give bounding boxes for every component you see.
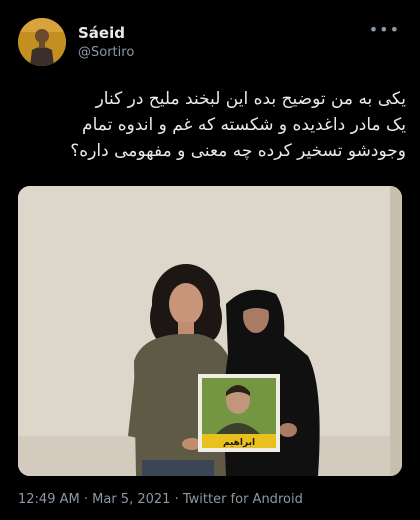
separator-dot: · [174, 492, 179, 507]
tweet-text: یکی به من توضیح بده این لبخند ملیح در کن… [70, 89, 406, 161]
tweet-time[interactable]: 12:49 AM [18, 492, 80, 507]
photo-illustration: ابراهیم [18, 186, 402, 476]
tweet-photo[interactable]: ابراهیم [18, 186, 402, 476]
placard-caption: ابراهیم [223, 438, 255, 448]
placard: ابراهیم [198, 374, 280, 452]
avatar[interactable] [18, 18, 66, 66]
author-handle[interactable]: @Sortiro [78, 45, 134, 60]
separator-dot: · [83, 492, 88, 507]
avatar-image [18, 18, 66, 66]
tweet-metadata: 12:49 AM · Mar 5, 2021 · Twitter for And… [18, 492, 303, 507]
tweet: Sáeid @Sortiro ••• یکی به من توضیح بده ا… [0, 0, 420, 520]
tweet-date[interactable]: Mar 5, 2021 [92, 492, 170, 507]
more-dots-icon[interactable]: ••• [369, 22, 400, 38]
tweet-source[interactable]: Twitter for Android [183, 492, 303, 507]
author-name[interactable]: Sáeid [78, 24, 125, 42]
